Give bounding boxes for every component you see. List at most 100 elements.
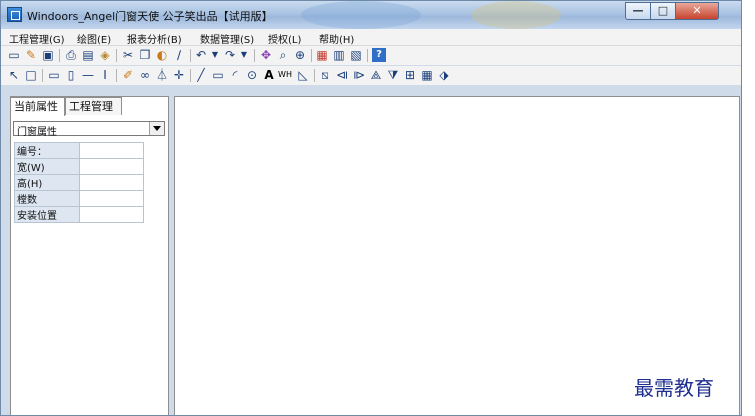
- property-label: 宽(W): [14, 158, 80, 175]
- new-doc-icon[interactable]: ▭: [7, 48, 21, 62]
- minimize-icon: —: [632, 4, 644, 17]
- rect-icon[interactable]: ▭: [211, 68, 225, 82]
- property-value[interactable]: [79, 206, 144, 223]
- app-icon: [7, 7, 22, 22]
- maximize-button[interactable]: □: [650, 2, 676, 20]
- property-label: 安装位置: [14, 206, 80, 223]
- mirror-icon[interactable]: ⏃: [155, 68, 169, 82]
- cross-icon[interactable]: ⊞: [403, 68, 417, 82]
- toolbar-separator: [190, 69, 191, 82]
- arc-icon[interactable]: ◜: [228, 68, 242, 82]
- save-icon[interactable]: ▣: [41, 48, 55, 62]
- down-tri-icon[interactable]: ⧩: [386, 68, 400, 82]
- toolbar-separator: [314, 69, 315, 82]
- report-icon[interactable]: ▥: [332, 48, 346, 62]
- table-row: 樘数: [14, 190, 144, 207]
- window-title: Windoors_Angel门窗天使 公子笑出品【试用版】: [27, 10, 273, 23]
- redo-icon[interactable]: ↷: [223, 48, 237, 62]
- property-value[interactable]: [79, 190, 144, 207]
- link-icon[interactable]: ∞: [138, 68, 152, 82]
- undo-dropdown-icon[interactable]: ▼: [208, 48, 222, 62]
- dimension-icon[interactable]: WH: [278, 68, 292, 82]
- draw-toolbar: ↖ □ ▭ ▯ — I ✐ ∞ ⏃ ✛ ╱ ▭ ◜ ⊙ A WH ◺ ⧅ ⧏ ⧐…: [1, 66, 741, 85]
- undo-icon[interactable]: ↶: [194, 48, 208, 62]
- toolbar-separator: [116, 49, 117, 62]
- close-button[interactable]: ✕: [675, 2, 719, 20]
- angle-icon[interactable]: ◺: [296, 68, 310, 82]
- property-value[interactable]: [79, 142, 144, 159]
- print-icon[interactable]: ▤: [81, 48, 95, 62]
- drawing-canvas[interactable]: [174, 96, 740, 415]
- menu-report[interactable]: 报表分析(B): [127, 31, 182, 46]
- title-decoration: [301, 1, 421, 29]
- right-tri-icon[interactable]: ⧐: [352, 68, 366, 82]
- table-row: 安装位置: [14, 206, 144, 223]
- toolbar-separator: [254, 49, 255, 62]
- minimize-button[interactable]: —: [625, 2, 651, 20]
- line-icon[interactable]: ╱: [194, 68, 208, 82]
- menu-data[interactable]: 数据管理(S): [200, 31, 254, 46]
- cut-icon[interactable]: ✂: [121, 48, 135, 62]
- toolbar-separator: [42, 69, 43, 82]
- close-icon: ✕: [692, 4, 702, 17]
- toolbar-separator: [367, 49, 368, 62]
- pen-icon[interactable]: ✐: [121, 68, 135, 82]
- glass-icon[interactable]: ⧅: [318, 68, 332, 82]
- property-type-value: 门窗属性: [17, 127, 57, 138]
- table-row: 高(H): [14, 174, 144, 191]
- maximize-icon: □: [657, 4, 669, 17]
- pan-icon[interactable]: ✥: [259, 48, 273, 62]
- menu-bar: 工程管理(G) 绘图(E) 报表分析(B) 数据管理(S) 授权(L) 帮助(H…: [1, 29, 741, 46]
- toolbar-separator: [190, 49, 191, 62]
- tab-current-properties[interactable]: 当前属性: [10, 97, 65, 116]
- menu-license[interactable]: 授权(L): [268, 31, 301, 46]
- property-type-select[interactable]: 门窗属性: [13, 121, 165, 138]
- rect-select-icon[interactable]: □: [24, 68, 38, 82]
- app-window: Windoors_Angel门窗天使 公子笑出品【试用版】 — □ ✕ 工程管理…: [0, 0, 742, 416]
- v-bar-icon[interactable]: ▯: [64, 68, 78, 82]
- paste-icon[interactable]: ◐: [155, 48, 169, 62]
- property-label: 高(H): [14, 174, 80, 191]
- table-row: 编号：: [14, 142, 144, 159]
- table-row: 宽(W): [14, 158, 144, 175]
- property-value[interactable]: [79, 158, 144, 175]
- property-label: 樘数: [14, 190, 80, 207]
- diamond-icon[interactable]: ⬗: [437, 68, 451, 82]
- title-decoration: [471, 1, 561, 29]
- zoom-window-icon[interactable]: ⌕: [276, 48, 290, 62]
- copy-icon[interactable]: ❐: [138, 48, 152, 62]
- redo-dropdown-icon[interactable]: ▼: [237, 48, 251, 62]
- menu-help[interactable]: 帮助(H): [319, 31, 354, 46]
- main-toolbar: ▭ ✎ ▣ ⎙ ▤ ◈ ✂ ❐ ◐ ∕ ↶ ▼ ↷ ▼ ✥ ⌕ ⊕ ▦ ▥ ▧ …: [1, 46, 741, 65]
- brush-icon[interactable]: ∕: [172, 48, 186, 62]
- watermark: 最需教育: [634, 376, 714, 400]
- h-bar-icon[interactable]: ▭: [47, 68, 61, 82]
- toolbar-separator: [59, 49, 60, 62]
- left-tri-icon[interactable]: ⧏: [335, 68, 349, 82]
- move-icon[interactable]: ✛: [172, 68, 186, 82]
- grid-icon[interactable]: ▦: [420, 68, 434, 82]
- menu-project[interactable]: 工程管理(G): [9, 31, 65, 46]
- property-label: 编号：: [14, 142, 80, 159]
- up-tri-icon[interactable]: ⟁: [369, 68, 383, 82]
- text-icon[interactable]: A: [262, 68, 276, 82]
- help-icon[interactable]: ?: [372, 48, 386, 62]
- list-icon[interactable]: ▧: [349, 48, 363, 62]
- property-grid: 编号： 宽(W) 高(H) 樘数 安装位置: [14, 142, 144, 223]
- tab-project-management[interactable]: 工程管理: [65, 97, 122, 115]
- v-line-tool-icon[interactable]: I: [98, 68, 112, 82]
- circle-icon[interactable]: ⊙: [245, 68, 259, 82]
- export-icon[interactable]: ◈: [98, 48, 112, 62]
- menu-draw[interactable]: 绘图(E): [77, 31, 111, 46]
- title-bar[interactable]: Windoors_Angel门窗天使 公子笑出品【试用版】 — □ ✕: [1, 1, 741, 29]
- zoom-icon[interactable]: ⊕: [293, 48, 307, 62]
- property-value[interactable]: [79, 174, 144, 191]
- toolbar-separator: [311, 49, 312, 62]
- pointer-icon[interactable]: ↖: [7, 68, 21, 82]
- edit-icon[interactable]: ✎: [24, 48, 38, 62]
- h-line-tool-icon[interactable]: —: [81, 68, 95, 82]
- chevron-down-icon[interactable]: [149, 122, 164, 135]
- toolbar-separator: [116, 69, 117, 82]
- print-preview-icon[interactable]: ⎙: [64, 48, 78, 62]
- calc-icon[interactable]: ▦: [315, 48, 329, 62]
